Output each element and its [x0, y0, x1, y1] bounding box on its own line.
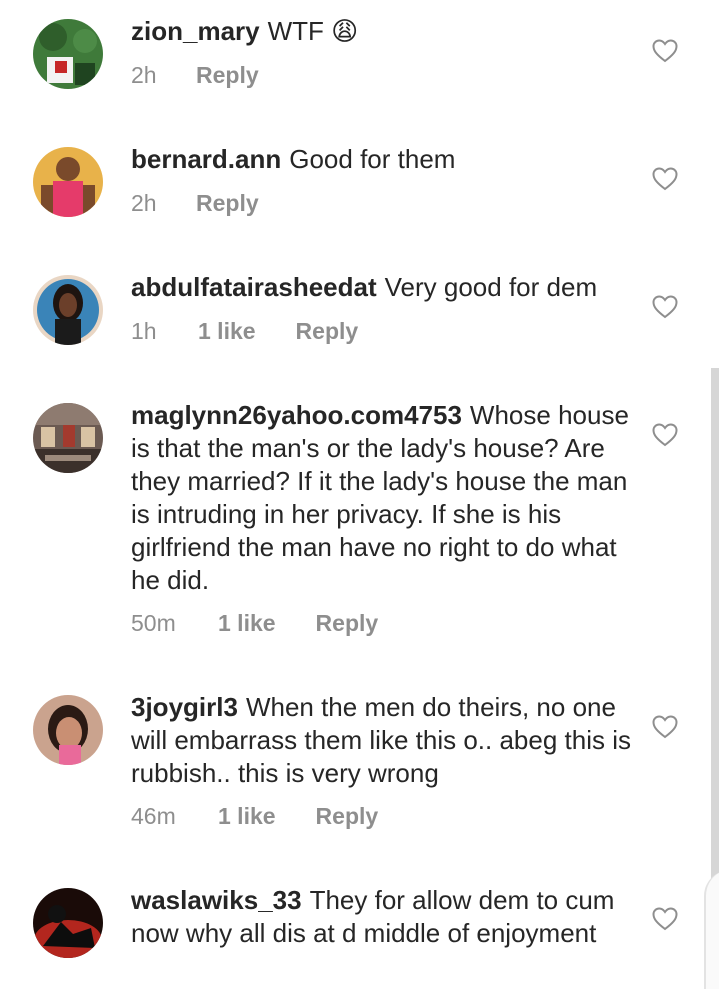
comment-meta: 2h Reply [131, 62, 259, 89]
avatar[interactable] [33, 888, 103, 958]
comment-text: Good for them [289, 144, 456, 174]
like-heart-icon[interactable] [652, 167, 678, 191]
avatar[interactable] [33, 695, 103, 765]
like-count[interactable]: 1 like [198, 318, 256, 345]
like-count[interactable]: 1 like [218, 610, 276, 637]
avatar[interactable] [33, 275, 103, 345]
comment-text: Very good for dem [384, 272, 598, 302]
comment-username[interactable]: bernard.ann [131, 144, 281, 174]
comment-time: 46m [131, 803, 176, 829]
reply-button[interactable]: Reply [316, 803, 379, 830]
like-heart-icon[interactable] [652, 39, 678, 63]
comment-username[interactable]: zion_mary [131, 16, 260, 46]
comment-time: 1h [131, 318, 157, 344]
comment-time: 50m [131, 610, 176, 636]
comment-meta: 50m 1 like Reply [131, 610, 378, 637]
avatar[interactable] [33, 19, 103, 89]
comment-body: maglynn26yahoo.com4753 Whose house is tha… [131, 399, 631, 597]
comment-body: bernard.ann Good for them [131, 143, 631, 176]
comment-time: 2h [131, 62, 157, 88]
reply-button[interactable]: Reply [196, 62, 259, 89]
comment-body: zion_mary WTF 😩 [131, 15, 631, 48]
comment-username[interactable]: abdulfatairasheedat [131, 272, 377, 302]
like-heart-icon[interactable] [652, 295, 678, 319]
comment-text: WTF 😩 [267, 16, 359, 46]
like-heart-icon[interactable] [652, 423, 678, 447]
reply-button[interactable]: Reply [196, 190, 259, 217]
avatar[interactable] [33, 147, 103, 217]
like-count[interactable]: 1 like [218, 803, 276, 830]
reply-button[interactable]: Reply [296, 318, 359, 345]
avatar[interactable] [33, 403, 103, 473]
comment-meta: 2h Reply [131, 190, 259, 217]
screen-edge [704, 870, 719, 989]
comment-username[interactable]: waslawiks_33 [131, 885, 302, 915]
like-heart-icon[interactable] [652, 907, 678, 931]
comment-username[interactable]: maglynn26yahoo.com4753 [131, 400, 462, 430]
reply-button[interactable]: Reply [316, 610, 379, 637]
like-heart-icon[interactable] [652, 715, 678, 739]
comment-meta: 46m 1 like Reply [131, 803, 378, 830]
comment-body: 3joygirl3 When the men do theirs, no one … [131, 691, 631, 790]
comment-body: abdulfatairasheedat Very good for dem [131, 271, 631, 304]
comment-time: 2h [131, 190, 157, 216]
comment-meta: 1h 1 like Reply [131, 318, 358, 345]
comment-username[interactable]: 3joygirl3 [131, 692, 238, 722]
comment-body: waslawiks_33 They for allow dem to cum no… [131, 884, 631, 950]
